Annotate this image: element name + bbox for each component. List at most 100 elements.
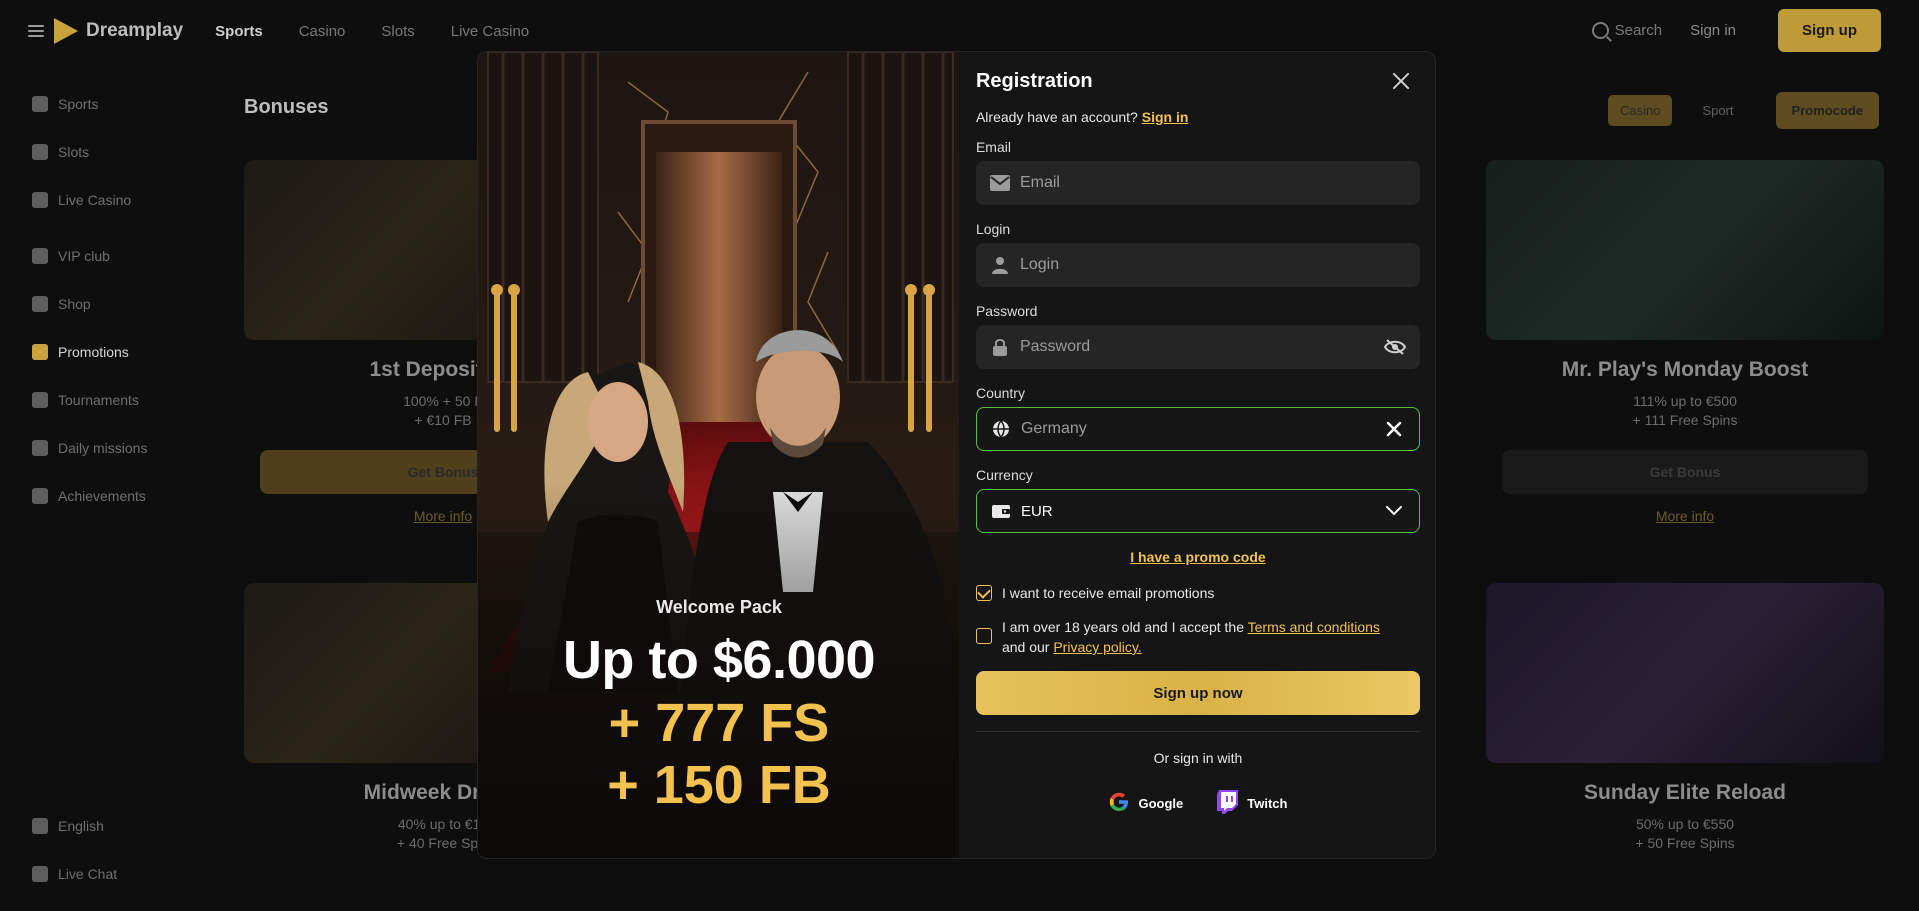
bonus-card: Sunday Elite Reload 50% up to €550 + 50 F… bbox=[1486, 583, 1884, 853]
user-icon bbox=[990, 255, 1010, 275]
page-title: Bonuses bbox=[244, 96, 329, 118]
sidebar-item-promotions[interactable]: Promotions bbox=[32, 328, 200, 376]
sidebar-item-live-casino[interactable]: Live Casino bbox=[32, 176, 200, 224]
bonus-card-title: Sunday Elite Reload bbox=[1584, 781, 1786, 804]
divider bbox=[975, 731, 1420, 732]
promocode-button[interactable]: Promocode bbox=[1775, 92, 1880, 129]
header-sign-up-button[interactable]: Sign up bbox=[1778, 9, 1881, 52]
nav-casino[interactable]: Casino bbox=[299, 23, 346, 40]
email-field-wrapper bbox=[975, 161, 1420, 205]
password-input[interactable] bbox=[1019, 338, 1384, 356]
google-icon bbox=[1108, 791, 1130, 816]
registration-form: Registration Already have an account? Si… bbox=[959, 52, 1435, 858]
currency-select[interactable]: EUR bbox=[975, 489, 1420, 533]
nav-slots[interactable]: Slots bbox=[381, 23, 414, 40]
top-nav: Sports Casino Slots Live Casino bbox=[215, 23, 529, 40]
email-input[interactable] bbox=[1019, 174, 1406, 192]
menu-icon[interactable] bbox=[28, 25, 44, 37]
sidebar-item-achievements[interactable]: Achievements bbox=[32, 472, 200, 520]
google-label: Google bbox=[1138, 796, 1184, 811]
language-selector[interactable]: English bbox=[32, 802, 117, 850]
sidebar-item-label: VIP club bbox=[58, 248, 110, 264]
already-text: Already have an account? bbox=[975, 109, 1138, 125]
live-casino-icon bbox=[32, 192, 48, 208]
search-icon bbox=[1591, 22, 1609, 39]
lock-icon bbox=[990, 337, 1010, 357]
envelope-icon bbox=[989, 173, 1010, 193]
login-field-wrapper bbox=[975, 243, 1420, 287]
currency-label: Currency bbox=[975, 467, 1033, 483]
bonus-card-image bbox=[1486, 160, 1884, 340]
terms-checkbox[interactable] bbox=[975, 628, 992, 644]
more-info-link[interactable]: More info bbox=[1486, 508, 1884, 524]
sidebar-item-shop[interactable]: Shop bbox=[32, 280, 200, 328]
filter-sport[interactable]: Sport bbox=[1690, 95, 1745, 126]
megaphone-icon bbox=[32, 344, 48, 360]
modal-title: Registration bbox=[975, 70, 1093, 92]
search-button[interactable]: Search bbox=[1591, 22, 1662, 39]
bonus-card-title: Mr. Play's Monday Boost bbox=[1561, 358, 1809, 381]
social-login: Google Twitch bbox=[976, 790, 1420, 817]
eye-off-icon[interactable] bbox=[1384, 336, 1406, 358]
get-bonus-button[interactable]: Get Bonus bbox=[1502, 450, 1868, 494]
terms-prefix: I am over 18 years old and I accept the bbox=[1001, 619, 1244, 635]
logo[interactable]: Dreamplay bbox=[54, 18, 183, 44]
header-sign-in-button[interactable]: Sign in bbox=[1690, 22, 1736, 39]
bonus-filters: Casino Sport Promocode bbox=[1608, 92, 1880, 129]
login-input[interactable] bbox=[1019, 256, 1406, 274]
wallet-icon bbox=[991, 501, 1011, 521]
sidebar-item-vip-club[interactable]: VIP club bbox=[32, 232, 200, 280]
sign-in-link[interactable]: Sign in bbox=[1142, 109, 1189, 125]
google-login-button[interactable]: Google bbox=[1108, 790, 1183, 817]
live-chat-button[interactable]: Live Chat bbox=[32, 850, 117, 898]
vip-icon bbox=[32, 248, 48, 264]
star-icon bbox=[32, 488, 48, 504]
bonus-card: Mr. Play's Monday Boost 111% up to €500 +… bbox=[1486, 160, 1884, 524]
password-label: Password bbox=[975, 303, 1038, 319]
sports-icon bbox=[32, 96, 48, 112]
registration-modal: Welcome Pack Up to $6.000 + 777 FS + 150… bbox=[477, 51, 1436, 859]
login-label: Login bbox=[975, 221, 1011, 237]
terms-link[interactable]: Terms and conditions bbox=[1248, 619, 1380, 635]
sidebar-item-label: Shop bbox=[58, 296, 91, 312]
privacy-link[interactable]: Privacy policy. bbox=[1053, 639, 1141, 655]
twitch-login-button[interactable]: Twitch bbox=[1217, 790, 1287, 817]
bonus-card-image bbox=[1486, 583, 1884, 763]
sign-up-now-button[interactable]: Sign up now bbox=[975, 671, 1420, 715]
currency-value: EUR bbox=[1020, 502, 1053, 520]
brand-name: Dreamplay bbox=[86, 20, 184, 41]
chevron-down-icon bbox=[1383, 500, 1405, 522]
sidebar-item-label: Sports bbox=[58, 96, 99, 112]
shop-icon bbox=[32, 296, 48, 312]
promo-free-bets: + 150 FB bbox=[607, 755, 831, 815]
country-field[interactable]: Germany bbox=[975, 407, 1420, 451]
sidebar-item-label: Daily missions bbox=[58, 440, 148, 456]
sidebar-item-label: Slots bbox=[58, 144, 90, 160]
flag-icon bbox=[32, 818, 48, 834]
filter-casino[interactable]: Casino bbox=[1608, 95, 1673, 126]
nav-sports[interactable]: Sports bbox=[215, 23, 263, 40]
clear-icon[interactable] bbox=[1383, 418, 1405, 440]
promo-amount: Up to $6.000 bbox=[562, 630, 876, 690]
promo-code-link[interactable]: I have a promo code bbox=[1130, 549, 1265, 565]
promo-panel: Welcome Pack Up to $6.000 + 777 FS + 150… bbox=[478, 52, 959, 858]
close-icon[interactable] bbox=[1391, 71, 1411, 91]
nav-live-casino[interactable]: Live Casino bbox=[451, 23, 529, 40]
calendar-icon bbox=[32, 440, 48, 456]
sidebar-item-daily-missions[interactable]: Daily missions bbox=[32, 424, 200, 472]
sidebar-item-slots[interactable]: Slots bbox=[32, 128, 200, 176]
globe-icon bbox=[991, 419, 1011, 439]
sidebar-item-sports[interactable]: Sports bbox=[32, 80, 200, 128]
sidebar-item-label: Tournaments bbox=[58, 392, 139, 408]
country-value: Germany bbox=[1020, 420, 1087, 437]
email-promotions-checkbox[interactable] bbox=[975, 585, 992, 601]
terms-text: I am over 18 years old and I accept the … bbox=[1002, 617, 1380, 657]
bonus-card-desc: 111% up to €500 + 111 Free Spins bbox=[1632, 393, 1738, 428]
promo-code-row: I have a promo code bbox=[976, 549, 1420, 565]
terms-row: I am over 18 years old and I accept the … bbox=[975, 617, 1420, 657]
sidebar-item-label: Promotions bbox=[58, 344, 129, 360]
country-label: Country bbox=[975, 385, 1025, 401]
sidebar-item-label: Live Casino bbox=[58, 192, 132, 208]
sidebar-item-tournaments[interactable]: Tournaments bbox=[32, 376, 200, 424]
promo-welcome-label: Welcome Pack bbox=[656, 597, 782, 617]
